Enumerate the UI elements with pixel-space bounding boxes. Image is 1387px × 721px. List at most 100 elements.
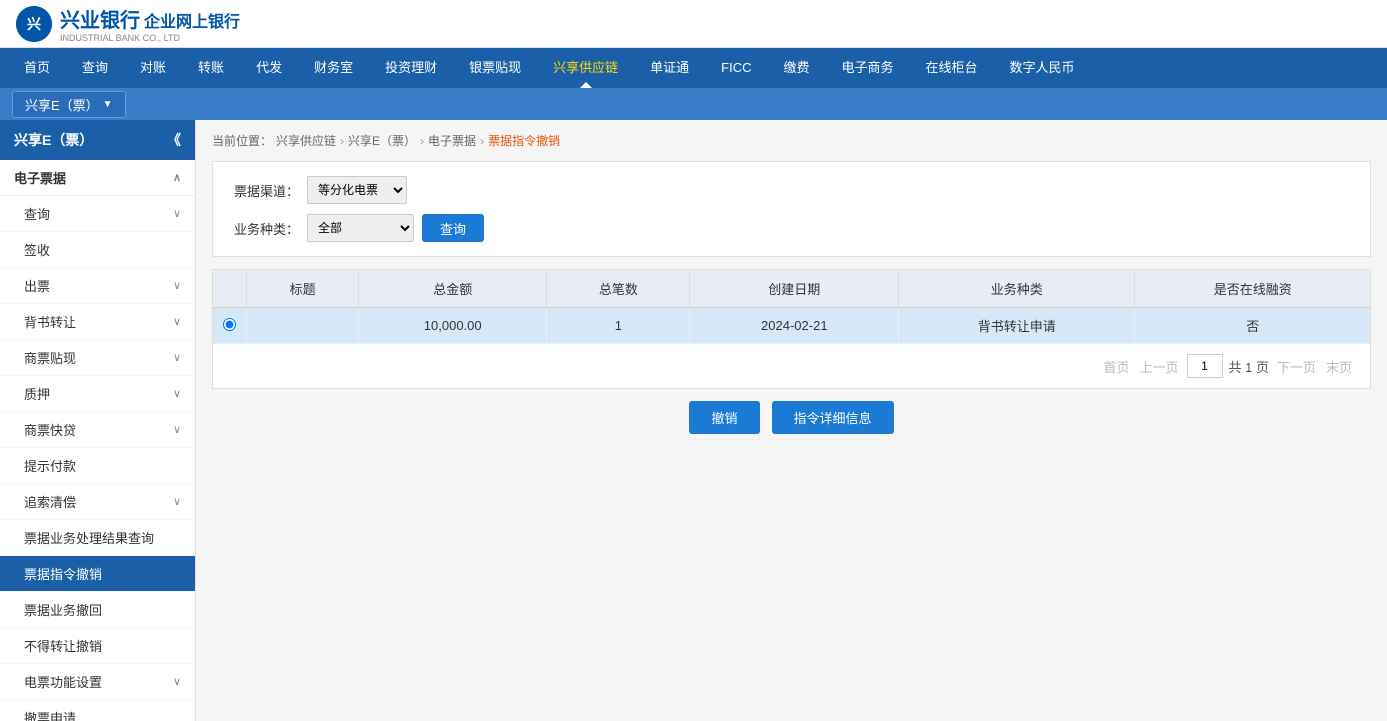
nav-invest[interactable]: 投资理财 [369,48,453,88]
sidebar-item-revoke-apply[interactable]: 撤票申请 [0,700,195,721]
breadcrumb-prefix: 当前位置： [212,132,272,149]
logo-text-group: 兴业银行 企业网上银行 INDUSTRIAL BANK CO., LTD [60,4,240,43]
sidebar-item-payment[interactable]: 提示付款 [0,448,195,484]
sidebar-item-pledge[interactable]: 质押 ∨ [0,376,195,412]
chevron-down-icon: ▼ [103,99,113,110]
pagination: 首页 上一页 共 1 页 下一页 末页 [213,344,1370,388]
nav-supply-chain[interactable]: 兴享供应链 [537,48,634,88]
detail-button[interactable]: 指令详细信息 [772,401,894,434]
nav-ecommerce[interactable]: 电子商务 [826,48,910,88]
page-layout: 兴享E（票） 《 电子票据 ∧ 查询 ∨ 签收 出票 ∨ 背书转让 ∨ 商票贴现… [0,120,1387,721]
sidebar-title-label: 兴享E（票） [14,130,93,150]
sidebar-item-pursue[interactable]: 追索清偿 ∨ [0,484,195,520]
sidebar-item-issue[interactable]: 出票 ∨ [0,268,195,304]
sidebar: 兴享E（票） 《 电子票据 ∧ 查询 ∨ 签收 出票 ∨ 背书转让 ∨ 商票贴现… [0,120,196,721]
sidebar-title[interactable]: 兴享E（票） 《 [0,120,195,160]
sidebar-item-withdraw[interactable]: 票据业务撤回 [0,592,195,628]
nav-ficc[interactable]: FICC [705,48,767,88]
col-date: 创建日期 [690,270,899,308]
type-label: 业务种类： [229,219,299,238]
chevron-down-icon: ∨ [173,387,181,400]
breadcrumb: 当前位置： 兴享供应链 › 兴享E（票） › 电子票据 › 票据指令撤销 [212,132,1371,149]
total-pages: 共 1 页 [1229,357,1269,376]
bank-name: 兴业银行 [60,4,140,33]
col-online: 是否在线融资 [1135,270,1370,308]
breadcrumb-current: 票据指令撤销 [488,132,560,149]
enterprise-label: 企业网上银行 [144,8,240,32]
sidebar-item-label: 电票功能设置 [24,672,102,691]
row-radio[interactable] [223,318,236,331]
prev-page-btn[interactable]: 上一页 [1137,356,1180,377]
nav-digital[interactable]: 数字人民币 [994,48,1091,88]
nav-transfer[interactable]: 转账 [182,48,240,88]
sidebar-item-endorsement[interactable]: 背书转让 ∨ [0,304,195,340]
first-page-btn[interactable]: 首页 [1101,356,1131,377]
sidebar-item-result-query[interactable]: 票据业务处理结果查询 [0,520,195,556]
chevron-down-icon: ∨ [173,675,181,688]
sidebar-item-label: 票据指令撤销 [24,564,102,583]
sidebar-item-label: 背书转让 [24,312,76,331]
sidebar-item-label: 查询 [24,204,50,223]
query-button[interactable]: 查询 [422,214,484,242]
type-select[interactable]: 全部 背书转让申请 贴现申请 质押申请 [307,214,414,242]
sidebar-group-label: 电子票据 [14,168,66,187]
channel-select[interactable]: 等分化电票 普通电票 [307,176,407,204]
sidebar-item-label: 不得转让撤销 [24,636,102,655]
sidebar-item-label: 提示付款 [24,456,76,475]
chevron-down-icon: ∨ [173,315,181,328]
sidebar-item-revoke[interactable]: 票据指令撤销 [0,556,195,592]
last-page-btn[interactable]: 末页 [1324,356,1354,377]
nav-certificate[interactable]: 单证通 [634,48,705,88]
row-radio-cell[interactable] [213,308,247,344]
nav-discount[interactable]: 银票贴现 [453,48,537,88]
row-amount: 10,000.00 [359,308,547,344]
nav-home[interactable]: 首页 [8,48,66,88]
nav-agent[interactable]: 代发 [240,48,298,88]
breadcrumb-sep3: › [480,134,484,148]
chevron-down-icon: ∨ [173,423,181,436]
col-title: 标题 [247,270,359,308]
col-type: 业务种类 [899,270,1135,308]
sidebar-item-quick-loan[interactable]: 商票快贷 ∨ [0,412,195,448]
breadcrumb-sep1: › [340,134,344,148]
col-radio [213,270,247,308]
next-page-btn[interactable]: 下一页 [1275,356,1318,377]
col-count: 总笔数 [547,270,690,308]
page-number-input[interactable] [1187,354,1223,378]
main-content: 当前位置： 兴享供应链 › 兴享E（票） › 电子票据 › 票据指令撤销 票据渠… [196,120,1387,721]
nav-finance[interactable]: 财务室 [298,48,369,88]
breadcrumb-electronic: 电子票据 [428,132,476,149]
sidebar-item-label: 质押 [24,384,50,403]
breadcrumb-e-ticket: 兴享E（票） [348,132,416,149]
chevron-down-icon: ∨ [173,495,181,508]
sub-header-btn[interactable]: 兴享E（票） ▼ [12,91,126,118]
logo-icon: 兴 [16,6,52,42]
sub-header-label: 兴享E（票） [25,95,99,114]
sidebar-item-label: 签收 [24,240,50,259]
row-online: 否 [1135,308,1370,344]
row-count: 1 [547,308,690,344]
table-row[interactable]: 10,000.00 1 2024-02-21 背书转让申请 否 [213,308,1370,344]
nav-fee[interactable]: 缴费 [768,48,826,88]
svg-text:兴: 兴 [27,16,41,32]
breadcrumb-sep2: › [420,134,424,148]
breadcrumb-supply-chain: 兴享供应链 [276,132,336,149]
row-title [247,308,359,344]
sidebar-item-query[interactable]: 查询 ∨ [0,196,195,232]
sidebar-group-electronic[interactable]: 电子票据 ∧ [0,160,195,196]
nav-counter[interactable]: 在线柜台 [910,48,994,88]
nav-query[interactable]: 查询 [66,48,124,88]
sidebar-item-no-transfer-revoke[interactable]: 不得转让撤销 [0,628,195,664]
sidebar-item-label: 票据业务撤回 [24,600,102,619]
sidebar-item-sign[interactable]: 签收 [0,232,195,268]
main-nav: 首页 查询 对账 转账 代发 财务室 投资理财 银票贴现 兴享供应链 单证通 F… [0,48,1387,88]
sidebar-collapse-icon: 《 [167,130,181,150]
sidebar-item-label: 商票贴现 [24,348,76,367]
chevron-down-icon: ∨ [173,279,181,292]
sidebar-item-label: 追索清偿 [24,492,76,511]
channel-row: 票据渠道： 等分化电票 普通电票 [229,176,1354,204]
cancel-button[interactable]: 撤销 [689,401,759,434]
sidebar-item-commercial-discount[interactable]: 商票贴现 ∨ [0,340,195,376]
nav-reconcile[interactable]: 对账 [124,48,182,88]
sidebar-item-func-setting[interactable]: 电票功能设置 ∨ [0,664,195,700]
